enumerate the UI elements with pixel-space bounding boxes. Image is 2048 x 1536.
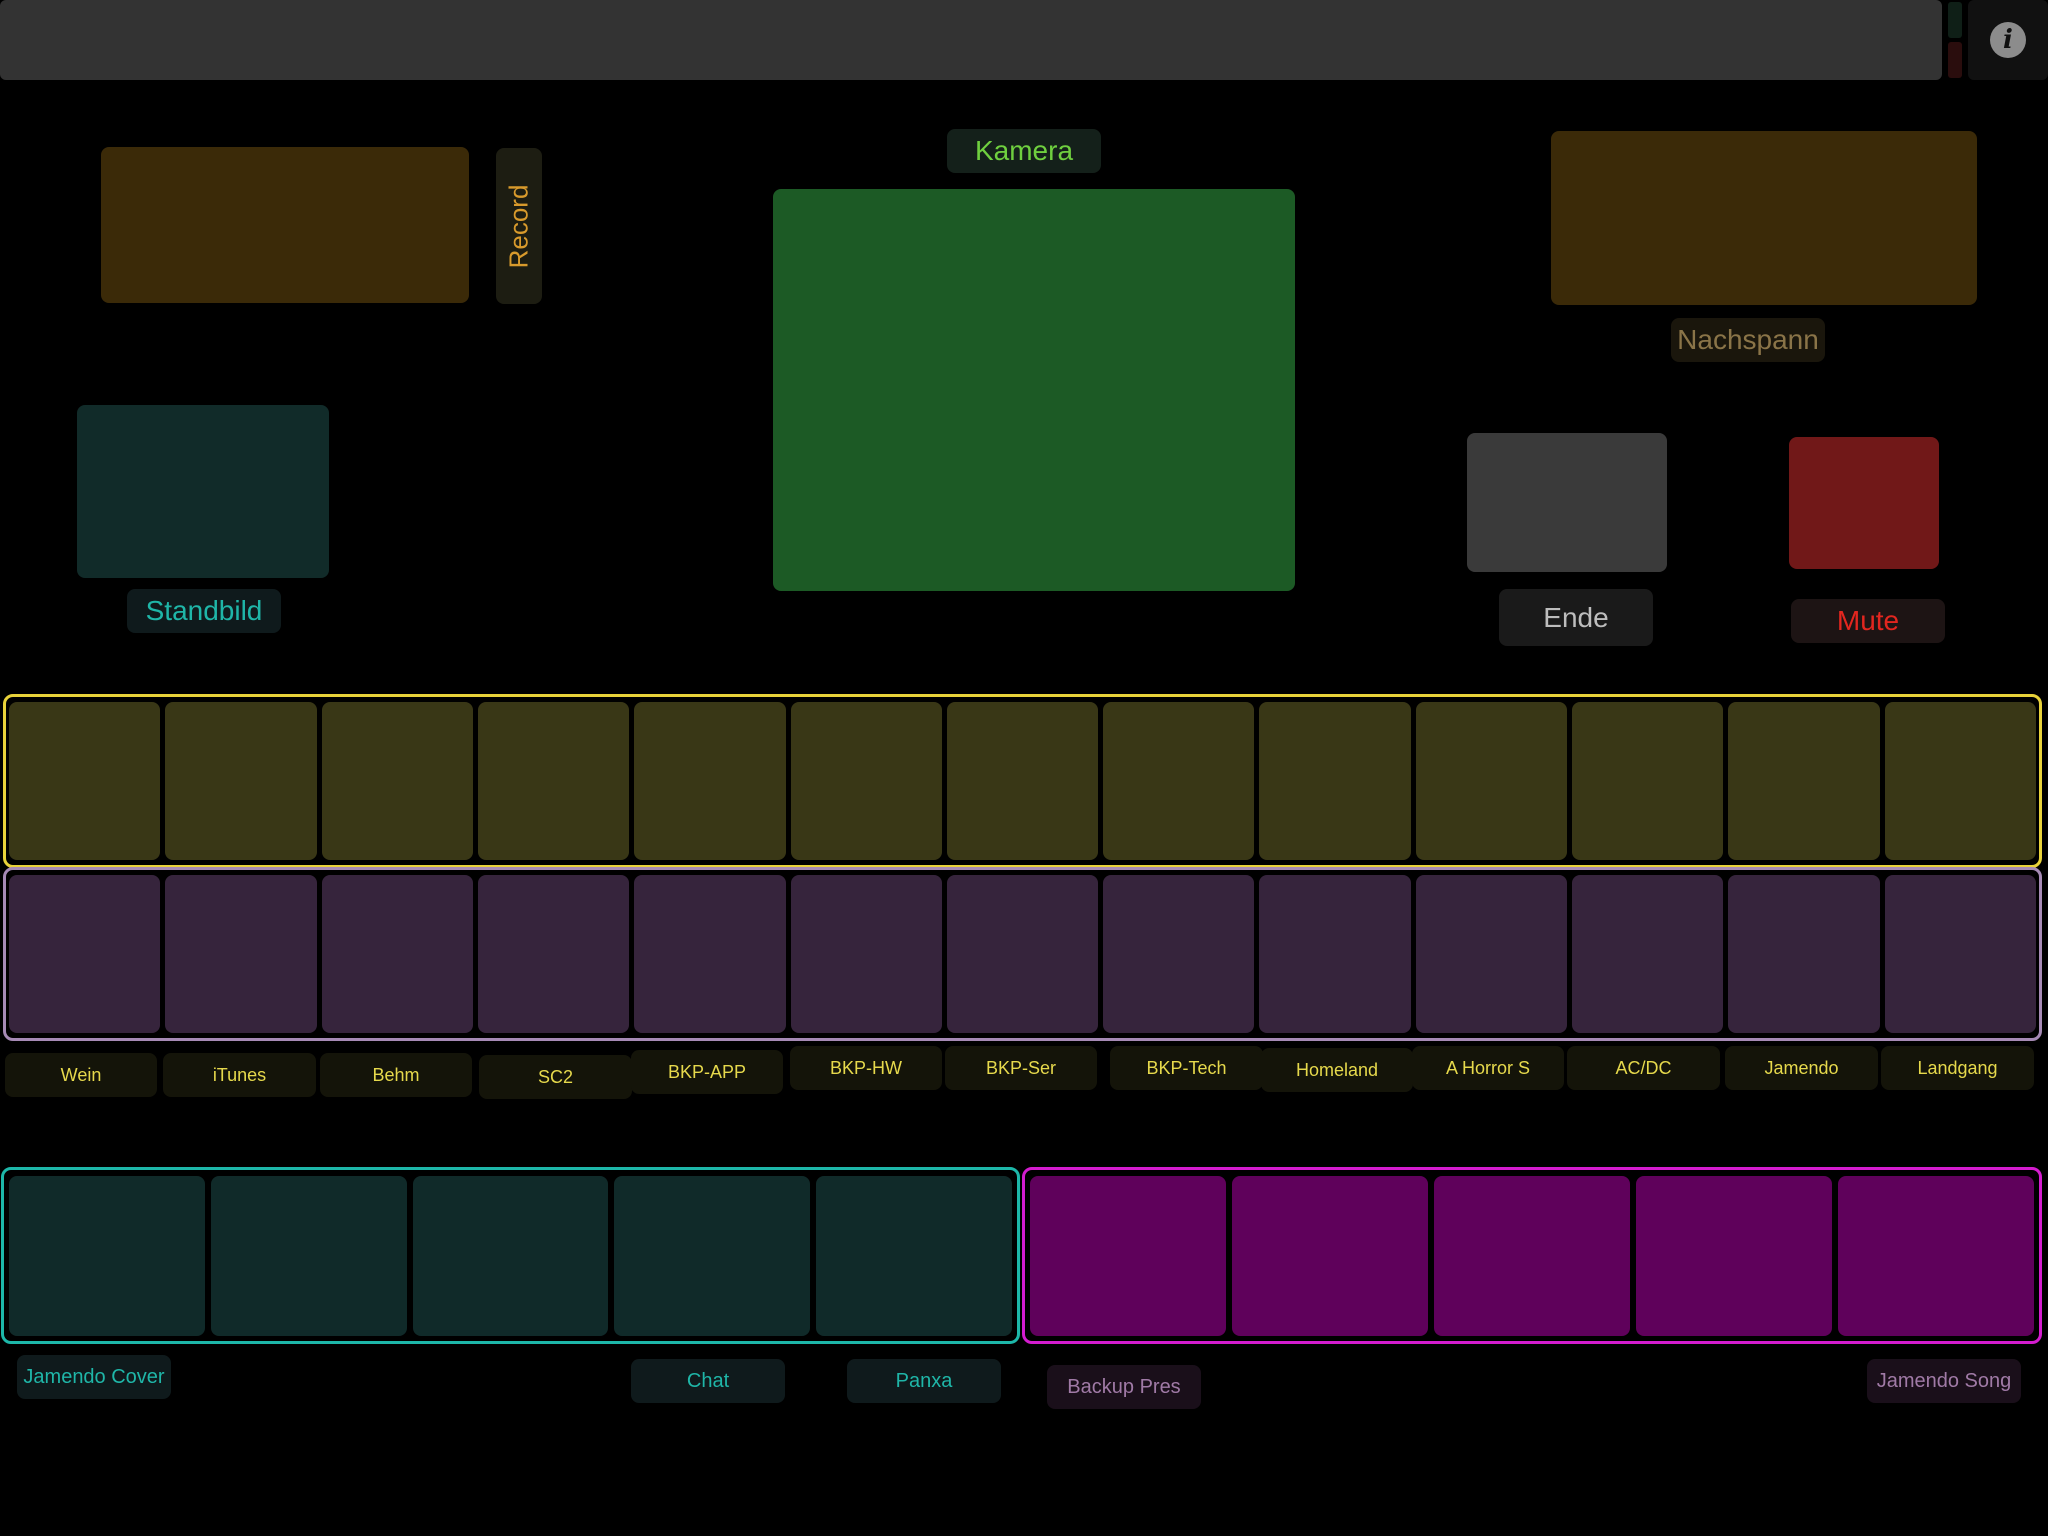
- yellow-pad-5[interactable]: [634, 702, 786, 860]
- ende-pad[interactable]: [1467, 433, 1667, 572]
- teal-pad-3[interactable]: [412, 1176, 609, 1336]
- yellow-pad-2[interactable]: [165, 702, 317, 860]
- purple-pad-10[interactable]: [1415, 875, 1568, 1033]
- teal-pad-5[interactable]: [816, 1176, 1012, 1336]
- record-label[interactable]: Record: [496, 148, 542, 304]
- yellow-pad-1[interactable]: [9, 702, 161, 860]
- teal-pad-4[interactable]: [614, 1176, 811, 1336]
- channel-label-bkp-app: BKP-APP: [631, 1050, 783, 1094]
- yellow-pad-3[interactable]: [321, 702, 473, 860]
- record-pad[interactable]: [101, 147, 469, 303]
- yellow-pad-9[interactable]: [1259, 702, 1411, 860]
- purple-pad-7[interactable]: [946, 875, 1099, 1033]
- info-button[interactable]: i: [1968, 0, 2048, 80]
- magenta-pad-1[interactable]: [1030, 1176, 1226, 1336]
- jamendo-song-label: Jamendo Song: [1867, 1359, 2021, 1403]
- purple-pad-11[interactable]: [1572, 875, 1724, 1033]
- magenta-pad-5[interactable]: [1838, 1176, 2034, 1336]
- top-bar: [0, 0, 1942, 80]
- top-indicator-green: [1948, 2, 1962, 38]
- yellow-pad-12[interactable]: [1728, 702, 1880, 860]
- backup-pres-label: Backup Pres: [1047, 1365, 1201, 1409]
- ende-label: Ende: [1499, 589, 1653, 646]
- standbild-label: Standbild: [127, 589, 281, 633]
- purple-pad-9[interactable]: [1259, 875, 1411, 1033]
- standbild-pad[interactable]: [77, 405, 329, 578]
- magenta-pad-2[interactable]: [1232, 1176, 1428, 1336]
- yellow-pad-7[interactable]: [946, 702, 1099, 860]
- teal-pad-2[interactable]: [210, 1176, 407, 1336]
- nachspann-label: Nachspann: [1671, 318, 1825, 362]
- info-icon: i: [1990, 22, 2026, 58]
- magenta-pad-3[interactable]: [1434, 1176, 1630, 1336]
- channel-label-ac-dc: AC/DC: [1567, 1046, 1720, 1090]
- purple-pad-12[interactable]: [1728, 875, 1880, 1033]
- kamera-label: Kamera: [947, 129, 1101, 173]
- chat-label: Chat: [631, 1359, 785, 1403]
- purple-pad-2[interactable]: [165, 875, 317, 1033]
- kamera-pad[interactable]: [773, 189, 1295, 591]
- panxa-label: Panxa: [847, 1359, 1001, 1403]
- channel-label-bkp-tech: BKP-Tech: [1110, 1046, 1263, 1090]
- purple-pad-13[interactable]: [1884, 875, 2036, 1033]
- channel-label-jamendo: Jamendo: [1725, 1046, 1878, 1090]
- jamendo-cover-label: Jamendo Cover: [17, 1355, 171, 1399]
- purple-pad-1[interactable]: [9, 875, 161, 1033]
- teal-pad-1[interactable]: [9, 1176, 205, 1336]
- magenta-pad-4[interactable]: [1636, 1176, 1832, 1336]
- yellow-pad-10[interactable]: [1415, 702, 1568, 860]
- channel-label-bkp-ser: BKP-Ser: [945, 1046, 1097, 1090]
- purple-pad-6[interactable]: [790, 875, 942, 1033]
- channel-label-landgang: Landgang: [1881, 1046, 2034, 1090]
- channel-label-a-horror-s: A Horror S: [1412, 1046, 1564, 1090]
- yellow-pad-6[interactable]: [790, 702, 942, 860]
- purple-pad-4[interactable]: [477, 875, 630, 1033]
- mute-pad[interactable]: [1789, 437, 1939, 569]
- yellow-pad-8[interactable]: [1103, 702, 1255, 860]
- top-indicator-red: [1948, 42, 1962, 78]
- channel-label-bkp-hw: BKP-HW: [790, 1046, 942, 1090]
- channel-label-homeland: Homeland: [1261, 1048, 1413, 1092]
- yellow-pad-13[interactable]: [1884, 702, 2036, 860]
- yellow-pad-4[interactable]: [477, 702, 630, 860]
- channel-label-behm: Behm: [320, 1053, 472, 1097]
- purple-pad-5[interactable]: [634, 875, 786, 1033]
- record-label-text: Record: [503, 184, 534, 268]
- nachspann-pad[interactable]: [1551, 131, 1977, 305]
- purple-pad-8[interactable]: [1103, 875, 1255, 1033]
- channel-label-wein: Wein: [5, 1053, 157, 1097]
- yellow-pad-11[interactable]: [1572, 702, 1724, 860]
- channel-label-itunes: iTunes: [163, 1053, 316, 1097]
- purple-pad-3[interactable]: [321, 875, 473, 1033]
- mute-label: Mute: [1791, 599, 1945, 643]
- channel-label-sc2: SC2: [479, 1055, 632, 1099]
